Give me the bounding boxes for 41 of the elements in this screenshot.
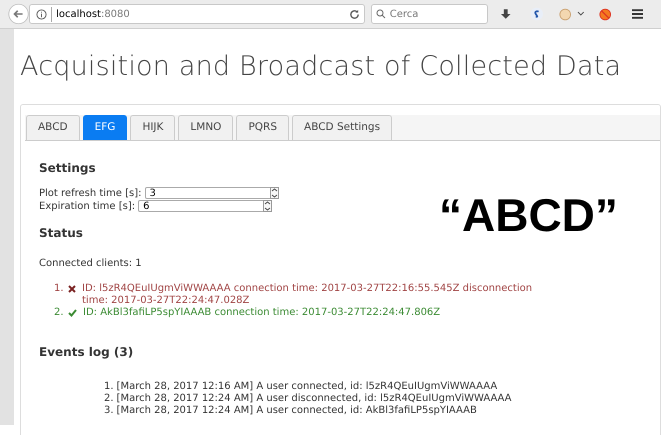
download-icon[interactable]: [500, 8, 512, 20]
list-number: 1.: [104, 380, 114, 392]
page-title: Acquisition and Broadcast of Collected Data: [20, 50, 622, 84]
extension-icon[interactable]: [530, 7, 543, 21]
overlay-text: “ABCD”: [439, 188, 618, 243]
tab[interactable]: ABCD: [26, 114, 80, 140]
field-label: Plot refresh time [s]:: [39, 186, 142, 200]
section-heading: Settings: [39, 160, 97, 176]
connected-clients-text: Connected clients: 1: [39, 256, 143, 270]
blocked-icon[interactable]: [599, 8, 612, 20]
section-heading: Events log (3): [39, 344, 134, 360]
tab[interactable]: ABCD Settings: [292, 114, 392, 140]
client-entry: ID: l5zR4QEuIUgmViWWAAAA connection time: 2017-03-27T22:16:55.545Z disconnection time: 2017-03-27T22:24:47.028Z: [82, 282, 534, 306]
event-entry: [March 28, 2017 12:24 AM] A user disconnected, id: l5zR4QEuIUgmViWWAAAA: [116, 392, 512, 404]
spinner-icon[interactable]: [270, 187, 279, 199]
back-icon[interactable]: [8, 3, 30, 25]
field-label: Expiration time [s]:: [39, 200, 136, 214]
search-placeholder: Cerca: [390, 8, 418, 22]
list-number: 3.: [104, 404, 114, 416]
list-number: 2.: [54, 306, 65, 318]
menu-icon[interactable]: [632, 9, 643, 19]
event-entry: [March 28, 2017 12:24 AM] A user connected, id: AkBl3fafiLP5spYIAAAB: [116, 404, 477, 416]
section-heading: Status: [39, 224, 84, 242]
client-entry: ID: AkBl3fafiLP5spYIAAAB connection time: 2017-03-27T22:24:47.806Z: [83, 306, 440, 318]
tab[interactable]: EFG: [82, 114, 128, 140]
number-field[interactable]: 6: [138, 200, 272, 212]
url-text: localhost:8080: [51, 6, 130, 22]
list-number: 1.: [54, 282, 65, 296]
search-icon: [376, 9, 386, 19]
search-field[interactable]: Cerca: [370, 4, 488, 24]
reload-icon[interactable]: [348, 8, 360, 20]
number-field[interactable]: 3: [144, 187, 279, 199]
tab[interactable]: LMNO: [178, 114, 234, 140]
event-entry: [March 28, 2017 12:16 AM] A user connected, id: l5zR4QEuIUgmViWWAAAA: [116, 380, 498, 392]
list-number: 2.: [104, 392, 114, 404]
tab[interactable]: PQRS: [236, 114, 290, 140]
spinner-icon[interactable]: [263, 200, 272, 212]
info-icon: [36, 8, 48, 20]
tab[interactable]: HIJK: [130, 114, 176, 140]
chevron-down-icon[interactable]: [577, 10, 586, 18]
address-bar[interactable]: localhost:8080: [29, 4, 365, 24]
